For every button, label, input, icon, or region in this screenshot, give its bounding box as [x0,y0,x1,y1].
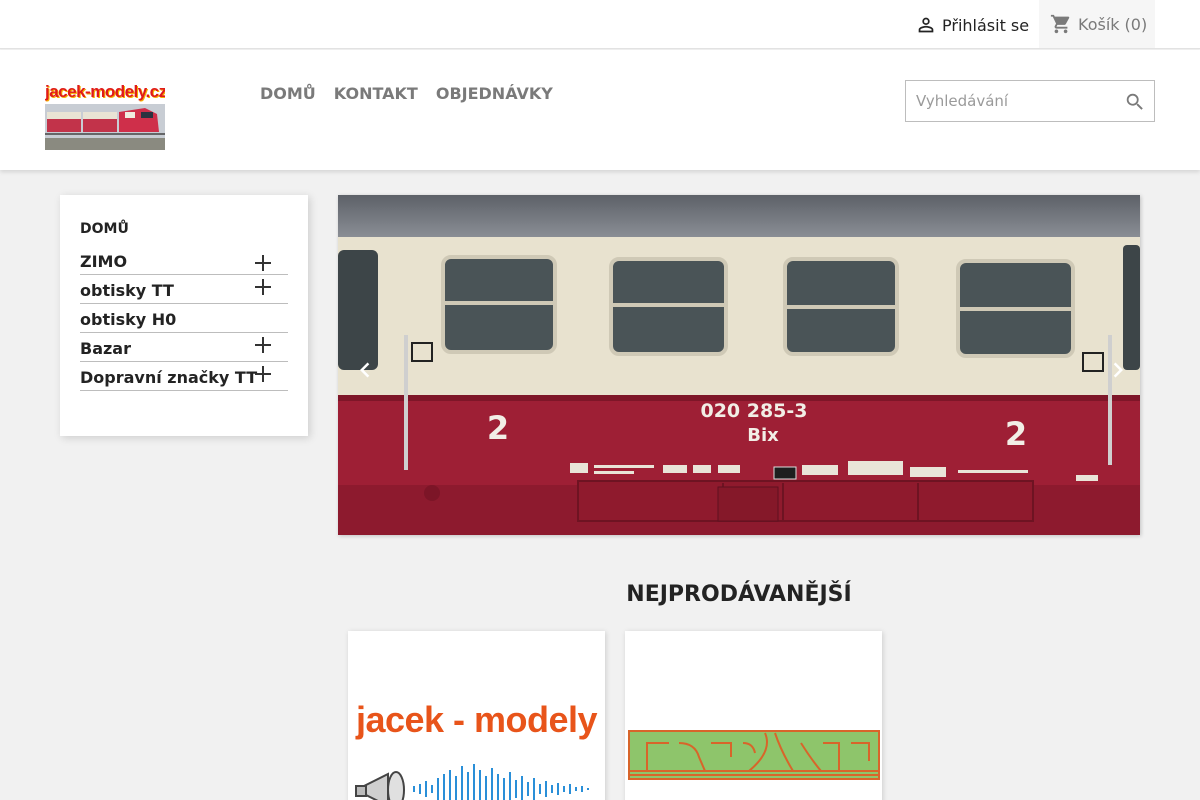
sidebar-item-dopravni-znacky-tt[interactable]: Dopravní značky TT [80,362,288,391]
sidebar-title[interactable]: DOMŮ [80,221,288,237]
car-type: Bix [747,425,779,446]
sidebar-item-label: obtisky TT [80,281,174,300]
sidebar-item-obtisky-tt[interactable]: obtisky TT [80,275,288,304]
nav-contact[interactable]: KONTAKT [334,84,418,103]
login-label: Přihlásit se [942,15,1030,35]
cart-label: Košík [1078,14,1120,34]
plus-icon[interactable] [255,366,271,382]
product-image-text: jacek - modely [355,699,598,740]
sidebar-item-bazar[interactable]: Bazar [80,333,288,362]
cart-icon [1050,14,1070,34]
search-input[interactable] [906,81,1116,121]
search-box [905,80,1155,122]
site-logo[interactable]: jacek-modely.cz [45,82,165,150]
car-number: 020 285-3 [700,400,807,422]
product-card[interactable]: jacek - modely [348,631,605,800]
user-icon [918,17,934,33]
plus-icon[interactable] [255,255,271,271]
product-image [628,730,880,780]
class-mark-right: 2 [1005,415,1027,453]
nav-home[interactable]: DOMŮ [260,84,316,103]
main-nav: DOMŮ KONTAKT OBJEDNÁVKY [260,84,553,103]
product-card[interactable] [625,631,882,800]
search-icon[interactable] [1124,91,1146,113]
product-image [355,764,589,800]
nav-orders[interactable]: OBJEDNÁVKY [436,84,553,103]
megaphone-icon [355,771,405,800]
sidebar-item-label: ZIMO [80,252,128,271]
header: jacek-modely.cz DOMŮ KONTAKT OBJEDNÁVKY [0,50,1200,170]
cart-button[interactable]: Košík (0) [1039,0,1155,48]
wagon-photo: 2 2 020 285-3 Bix [338,195,1140,535]
sidebar-item-obtisky-h0[interactable]: obtisky H0 [80,304,288,333]
logo-text: jacek-modely.cz [45,82,165,101]
chevron-right-icon[interactable] [1103,355,1133,385]
bestsellers-title: NEJPRODÁVANĚJŠÍ [626,582,852,607]
sidebar-item-zimo[interactable]: ZIMO [80,251,288,275]
chevron-left-icon[interactable] [350,355,380,385]
sidebar-item-label: Dopravní značky TT [80,368,258,387]
sidebar-item-label: obtisky H0 [80,310,177,329]
login-link[interactable]: Přihlásit se [915,14,1029,36]
top-bar: Přihlásit se Košík (0) [0,0,1200,49]
category-sidebar: DOMŮ ZIMO obtisky TT obtisky H0 Bazar Do… [60,195,308,436]
plus-icon[interactable] [255,279,271,295]
class-mark-left: 2 [487,409,509,447]
cart-count: (0) [1124,14,1148,34]
hero-slider[interactable]: 2 2 020 285-3 Bix [338,195,1140,535]
plus-icon[interactable] [255,337,271,353]
sidebar-item-label: Bazar [80,339,131,358]
